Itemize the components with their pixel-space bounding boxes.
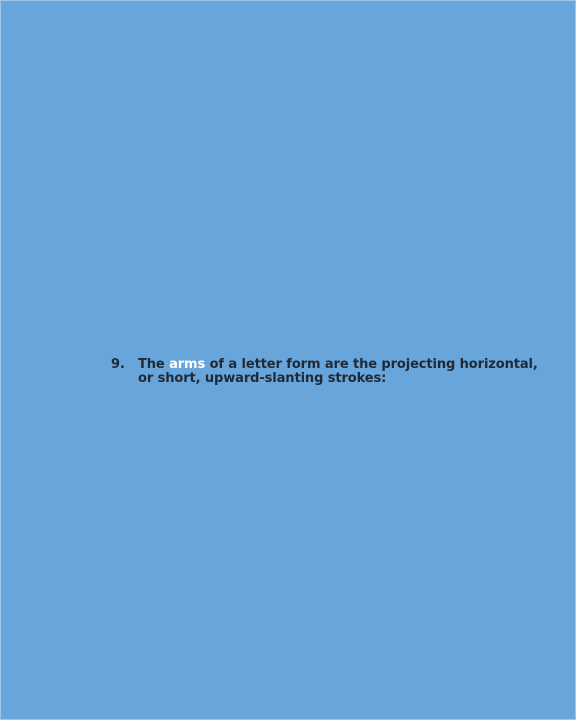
definition-item: 9. The arms of a letter form are the pro…	[111, 358, 541, 386]
page: 9. The arms of a letter form are the pro…	[0, 0, 576, 720]
item-number: 9.	[111, 357, 125, 372]
definition-text: The arms of a letter form are the projec…	[138, 358, 541, 386]
highlighted-term: arms	[169, 357, 206, 372]
text-before: The	[138, 357, 165, 372]
